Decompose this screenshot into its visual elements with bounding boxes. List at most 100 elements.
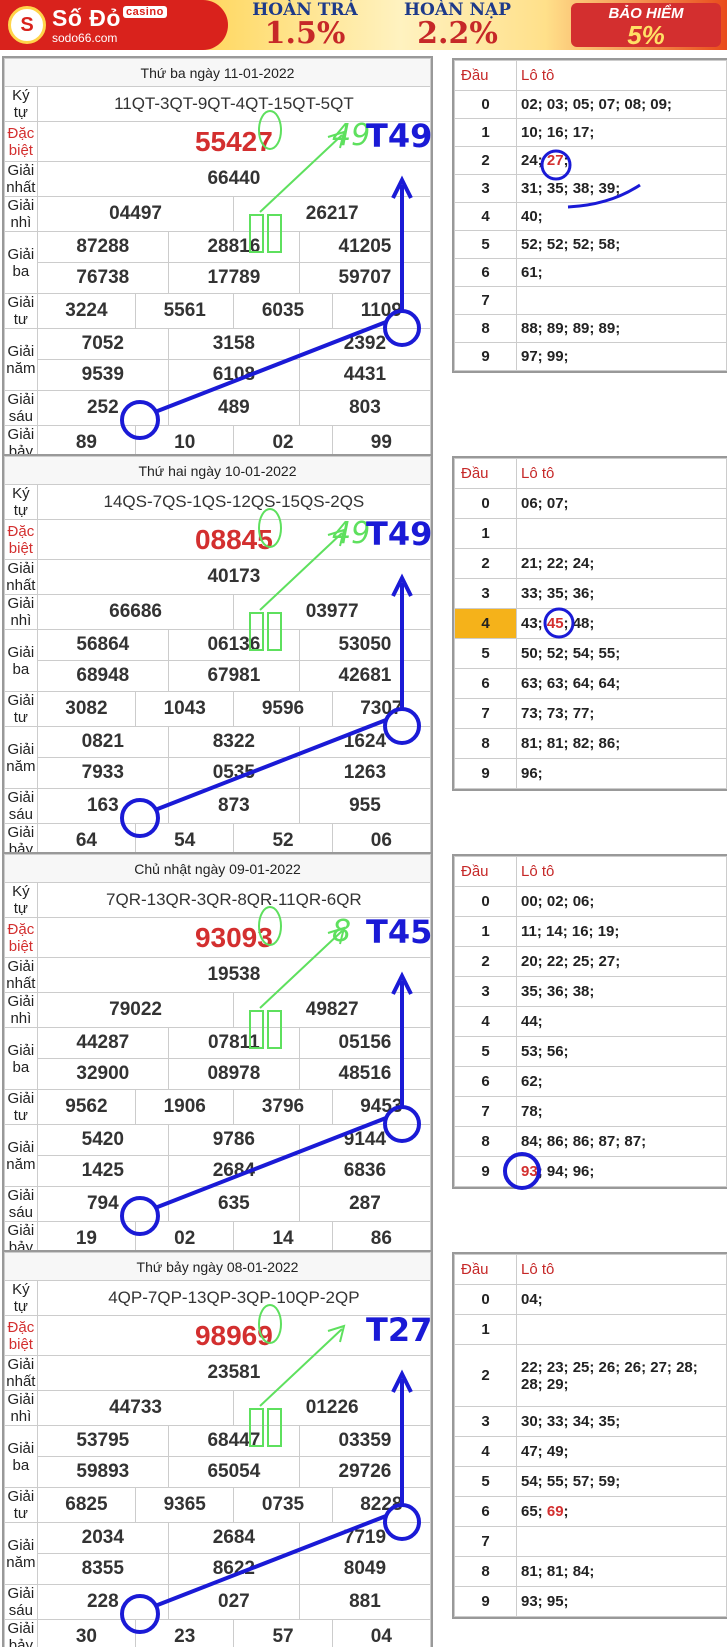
loto-table: Đầu Lô tô 0 02; 03; 05; 07; 08; 09; 1 10; 16;… — [452, 58, 727, 373]
giai-tu-value: 9562 — [36, 1089, 137, 1125]
label-dac-biet: Đặc biệt — [4, 121, 38, 162]
loto-head-digit: 3 — [454, 174, 517, 203]
giai-bay-value: 30 — [36, 1619, 137, 1647]
giai-ba-value: 59893 — [36, 1456, 169, 1488]
label-giai-nhat: Giải nhất — [4, 957, 38, 993]
loto-header-dau: Đầu — [454, 458, 517, 489]
result-table: Thứ ba ngày 11-01-2022 Ký tự 11QT-3QT-9QT… — [2, 56, 433, 463]
loto-head-digit: 9 — [454, 758, 517, 789]
ky-tu-value: 14QS-7QS-1QS-12QS-15QS-2QS — [36, 484, 432, 520]
loto-row-values: 81; 81; 82; 86; — [516, 728, 727, 759]
giai-nam-value: 9786 — [167, 1124, 300, 1156]
loto-header-dau: Đầu — [454, 60, 517, 91]
loto-head-digit: 2 — [454, 1344, 517, 1407]
dac-biet-value: 08845 — [36, 519, 432, 560]
giai-ba-value: 53050 — [298, 629, 432, 661]
loto-row-values: 73; 73; 77; — [516, 698, 727, 729]
giai-nhi-value: 79022 — [36, 992, 235, 1028]
giai-nam-value: 2684 — [167, 1155, 300, 1187]
result-table: Chủ nhật ngày 09-01-2022 Ký tự 7QR-13QR-3… — [2, 852, 433, 1259]
giai-nam-value: 7933 — [36, 757, 169, 789]
giai-nam-value: 6108 — [167, 359, 300, 391]
loto-row-values — [516, 1314, 727, 1345]
promo-hoan-tra[interactable]: HOÀN TRẢ 1.5% — [245, 2, 365, 49]
loto-head-digit: 8 — [454, 1126, 517, 1157]
loto-head-digit: 8 — [454, 1556, 517, 1587]
promo-value: 2.2% — [417, 16, 498, 50]
giai-nhat-value: 40173 — [36, 559, 432, 595]
loto-head-digit: 2 — [454, 946, 517, 977]
sodo-logo[interactable]: S Số Đỏ casino sodo66.com — [0, 0, 228, 50]
giai-nhi-value: 26217 — [233, 196, 431, 232]
promo-hoan-nap[interactable]: HOÀN NẠP 2.2% — [395, 2, 520, 49]
loto-row-values: 96; — [516, 758, 727, 789]
label-giai-nhat: Giải nhất — [4, 1355, 38, 1391]
loto-table: Đầu Lô tô 0 06; 07; 1 2 21; 22; 24; 3 33; 35; 36… — [452, 456, 727, 791]
loto-row-values: 43; 45; 48; — [516, 608, 727, 639]
label-giai-tu: Giải tư — [4, 691, 38, 727]
loto-head-digit: 3 — [454, 1406, 517, 1437]
giai-nam-value: 8322 — [167, 726, 300, 758]
giai-tu-value: 9365 — [135, 1487, 235, 1523]
giai-tu-value: 5561 — [135, 293, 235, 329]
giai-nhi-value: 66686 — [36, 594, 235, 630]
loto-head-digit: 4 — [454, 202, 517, 231]
label-ky-tu: Ký tự — [4, 484, 38, 520]
label-giai-nam: Giải năm — [4, 1124, 38, 1187]
ad-banner[interactable]: S Số Đỏ casino sodo66.com HOÀN TRẢ 1.5% H… — [0, 0, 727, 50]
giai-sau-value: 803 — [298, 390, 432, 426]
loto-head-digit: 4 — [454, 608, 517, 639]
giai-sau-value: 489 — [167, 390, 300, 426]
giai-nam-value: 1425 — [36, 1155, 169, 1187]
giai-tu-value: 3082 — [36, 691, 137, 727]
giai-nhi-value: 01226 — [233, 1390, 431, 1426]
giai-ba-value: 32900 — [36, 1058, 169, 1090]
giai-ba-value: 17789 — [167, 262, 300, 294]
loto-head-digit: 8 — [454, 728, 517, 759]
giai-nhi-value: 04497 — [36, 196, 235, 232]
loto-head-digit: 0 — [454, 886, 517, 917]
loto-row-values: 35; 36; 38; — [516, 976, 727, 1007]
loto-row-values: 63; 63; 64; 64; — [516, 668, 727, 699]
promo-insurance[interactable]: BẢO HIỂM 5% — [571, 3, 721, 50]
dac-biet-value: 55427 — [36, 121, 432, 162]
giai-nam-value: 1624 — [298, 726, 432, 758]
label-giai-nam: Giải năm — [4, 1522, 38, 1585]
giai-tu-value: 9596 — [233, 691, 333, 727]
giai-nam-value: 4431 — [298, 359, 432, 391]
loto-head-digit: 9 — [454, 342, 517, 371]
label-dac-biet: Đặc biệt — [4, 917, 38, 958]
giai-tu-value: 1906 — [135, 1089, 235, 1125]
giai-sau-value: 252 — [36, 390, 169, 426]
giai-ba-value: 05156 — [298, 1027, 432, 1059]
giai-ba-value: 07811 — [167, 1027, 300, 1059]
result-table: Thứ hai ngày 10-01-2022 Ký tự 14QS-7QS-1Q… — [2, 454, 433, 861]
giai-nam-value: 1263 — [298, 757, 432, 789]
loto-row-values: 97; 99; — [516, 342, 727, 371]
giai-nhi-value: 03977 — [233, 594, 431, 630]
loto-head-digit: 4 — [454, 1436, 517, 1467]
giai-nam-value: 8355 — [36, 1553, 169, 1585]
giai-nam-value: 5420 — [36, 1124, 169, 1156]
loto-row-values: 62; — [516, 1066, 727, 1097]
giai-sau-value: 635 — [167, 1186, 300, 1222]
giai-ba-value: 68447 — [167, 1425, 300, 1457]
label-giai-bay: Giải bảy — [4, 1619, 38, 1647]
label-giai-sau: Giải sáu — [4, 1186, 38, 1222]
giai-nhi-value: 49827 — [233, 992, 431, 1028]
insurance-value: 5% — [627, 20, 665, 50]
giai-ba-value: 42681 — [298, 660, 432, 692]
loto-head-digit: 7 — [454, 1526, 517, 1557]
giai-ba-value: 87288 — [36, 231, 169, 263]
loto-head-digit: 1 — [454, 916, 517, 947]
loto-head-digit: 5 — [454, 1466, 517, 1497]
loto-head-digit: 6 — [454, 668, 517, 699]
loto-head-digit: 6 — [454, 1066, 517, 1097]
giai-ba-value: 53795 — [36, 1425, 169, 1457]
loto-row-values — [516, 286, 727, 315]
loto-row-values: 20; 22; 25; 27; — [516, 946, 727, 977]
loto-head-digit: 1 — [454, 518, 517, 549]
giai-sau-value: 955 — [298, 788, 432, 824]
label-dac-biet: Đặc biệt — [4, 519, 38, 560]
label-giai-ba: Giải ba — [4, 1027, 38, 1090]
